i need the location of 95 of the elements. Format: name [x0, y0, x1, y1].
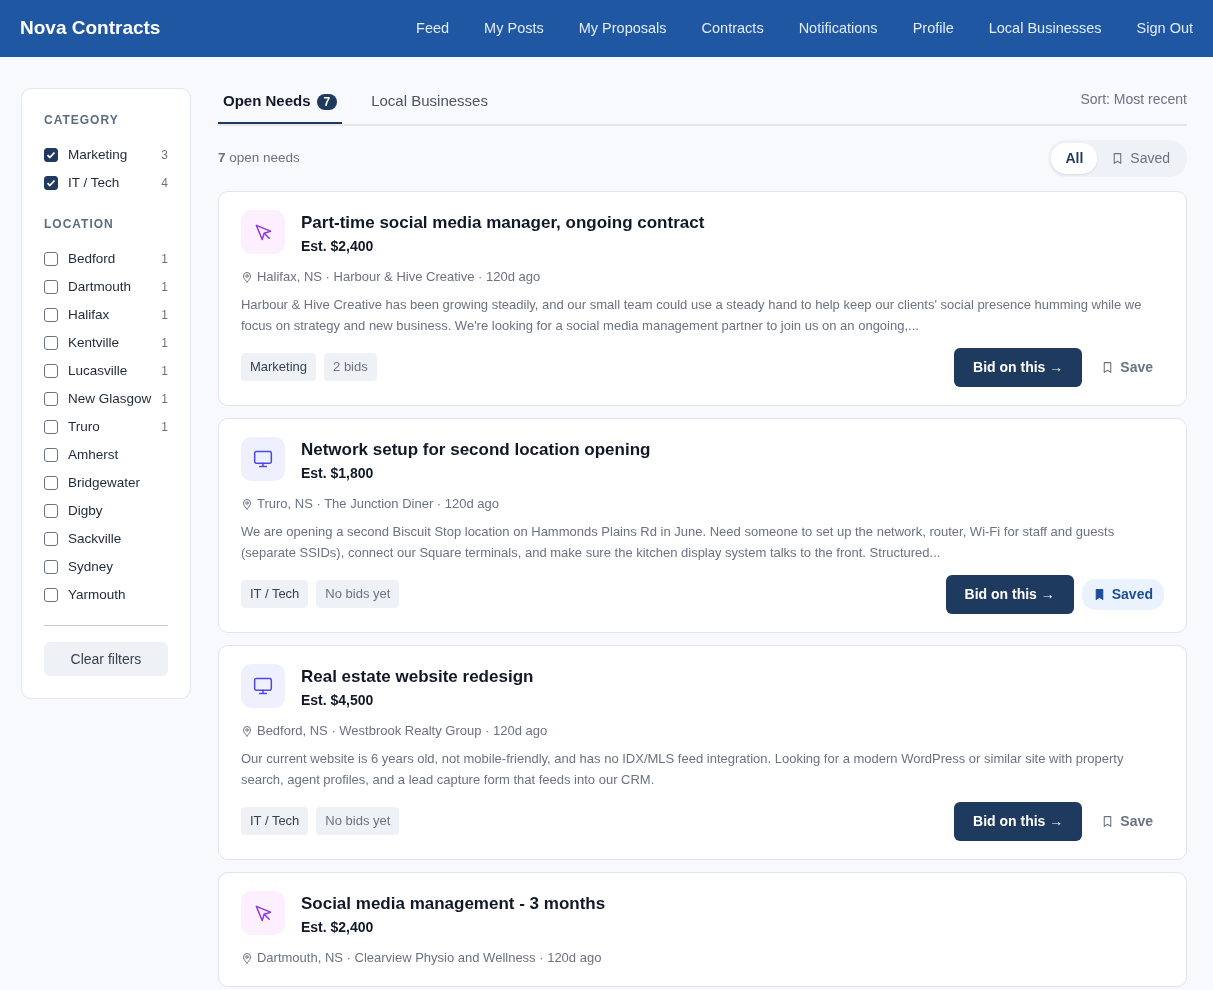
nav-link[interactable]: Local Businesses [988, 17, 1102, 40]
estimate: Est. $1,800 [300, 464, 375, 483]
estimate: Est. $2,400 [300, 918, 375, 937]
filter-count: 1 [161, 391, 168, 408]
checkbox[interactable] [44, 504, 58, 518]
estimate: Est. $4,500 [300, 691, 375, 710]
filter-label: Halifax [68, 305, 111, 324]
checkbox[interactable] [44, 176, 58, 190]
filter-label: Yarmouth [68, 585, 127, 604]
estimate: Est. $2,400 [300, 237, 375, 256]
filter-label: Truro [68, 417, 101, 436]
need-meta: Halifax, NS · Harbour & Hive Creative · 120d ago [256, 268, 541, 286]
nav-link[interactable]: Profile [912, 17, 954, 40]
save-button[interactable]: Save [1090, 805, 1164, 837]
checkbox[interactable] [44, 252, 58, 266]
checkbox[interactable] [44, 476, 58, 490]
bid-button[interactable]: Bid on this → [954, 347, 1083, 387]
need-description: Our current website is 6 years old, not mobile-friendly, and has no IDX/MLS feed integration. Looking for a modern WordPress or similar site with property search, agent profiles, and a lead capture form that feeds into our CRM. [240, 749, 1125, 789]
location-pin-icon [240, 270, 253, 283]
filter-count: 1 [161, 251, 168, 268]
checkbox[interactable] [44, 588, 58, 602]
tab[interactable]: Open Needs 7 [217, 88, 343, 124]
location-pin-icon [240, 951, 253, 964]
filter-count: 1 [161, 335, 168, 352]
nav-link[interactable]: Sign Out [1136, 17, 1193, 40]
filter-label: Sydney [68, 557, 115, 576]
location-pin-icon [240, 497, 253, 510]
bid-count: No bids yet [316, 580, 400, 608]
nav-link[interactable]: Feed [416, 17, 450, 40]
save-button[interactable]: Saved [1081, 578, 1164, 610]
need-meta: Dartmouth, NS · Clearview Physio and Wellness · 120d ago [256, 949, 602, 967]
filter-label: Lucasville [68, 361, 129, 380]
location-pin-icon [240, 724, 253, 737]
checkbox[interactable] [44, 448, 58, 462]
checkbox[interactable] [44, 532, 58, 546]
category-tag: IT / Tech [240, 580, 309, 608]
nav-link[interactable]: My Posts [484, 17, 544, 40]
monitor-icon [240, 663, 285, 708]
filter-heading: CATEGORY [44, 112, 120, 129]
need-meta: Bedford, NS · Westbrook Realty Group · 120d ago [256, 722, 548, 740]
nav-link[interactable]: Notifications [798, 17, 878, 40]
count-badge: 7 [316, 94, 338, 110]
category-tag: Marketing [240, 353, 317, 381]
need-title[interactable]: Real estate website redesign [300, 663, 534, 689]
filter-count: 1 [161, 279, 168, 296]
toggle-option[interactable]: Saved [1097, 142, 1184, 174]
results-count: 7 open needs [217, 148, 300, 167]
filter-label: Sackville [68, 529, 123, 548]
filter-label: Digby [68, 501, 104, 520]
monitor-icon [240, 436, 285, 481]
filter-label: Marketing [68, 145, 129, 164]
nav-link[interactable]: Contracts [701, 17, 764, 40]
bid-count: 2 bids [324, 353, 377, 381]
cursor-icon [240, 209, 285, 254]
checkbox[interactable] [44, 148, 58, 162]
cursor-icon [240, 890, 285, 935]
need-title[interactable]: Part-time social media manager, ongoing contract [300, 209, 705, 235]
filter-label: Bedford [68, 249, 117, 268]
filter-label: Kentville [68, 333, 121, 352]
clear-filters-button[interactable]: Clear filters [44, 642, 168, 676]
tab[interactable]: Local Businesses [366, 88, 493, 124]
checkbox[interactable] [44, 280, 58, 294]
need-title[interactable]: Network setup for second location opening [300, 436, 651, 462]
bid-button[interactable]: Bid on this → [954, 801, 1083, 841]
filter-label: New Glasgow [68, 389, 152, 408]
filter-label: Dartmouth [68, 277, 133, 296]
checkbox[interactable] [44, 336, 58, 350]
sort-label[interactable]: Sort: Most recent [1080, 88, 1187, 124]
need-meta: Truro, NS · The Junction Diner · 120d ago [256, 495, 500, 513]
need-description: We are opening a second Biscuit Stop location on Hammonds Plains Rd in June. Need someone to set up the network, router, Wi-Fi for staff and guests (separate SSIDs), connect our Square terminals, and make sure the kitchen display system talks to the front. Structured... [240, 522, 1116, 562]
bid-button[interactable]: Bid on this → [945, 574, 1074, 614]
brand-title: Nova Contracts [20, 16, 161, 41]
filter-count: 1 [161, 307, 168, 324]
category-tag: IT / Tech [240, 807, 309, 835]
check-icon [46, 150, 56, 160]
save-button[interactable]: Save [1090, 351, 1164, 383]
bid-count: No bids yet [316, 807, 400, 835]
checkbox[interactable] [44, 420, 58, 434]
filter-count: 1 [161, 419, 168, 436]
toggle-option[interactable]: All [1051, 142, 1098, 174]
need-description: Harbour & Hive Creative has been growing steadily, and our small team could use a steady hand to help keep our clients' social presence humming while we focus on strategy and new business. We're looking for a social media management partner to join us on an ongoing,... [240, 295, 1143, 335]
filter-label: IT / Tech [68, 173, 121, 192]
nav-link[interactable]: My Proposals [578, 17, 667, 40]
filter-count: 3 [161, 147, 168, 164]
checkbox[interactable] [44, 560, 58, 574]
filter-count: 1 [161, 363, 168, 380]
filter-label: Bridgewater [68, 473, 142, 492]
filter-heading: LOCATION [44, 216, 115, 233]
need-title[interactable]: Social media management - 3 months [300, 890, 606, 916]
checkbox[interactable] [44, 364, 58, 378]
checkbox[interactable] [44, 392, 58, 406]
checkbox[interactable] [44, 308, 58, 322]
filter-label: Amherst [68, 445, 120, 464]
filter-count: 4 [161, 175, 168, 192]
check-icon [46, 178, 56, 188]
